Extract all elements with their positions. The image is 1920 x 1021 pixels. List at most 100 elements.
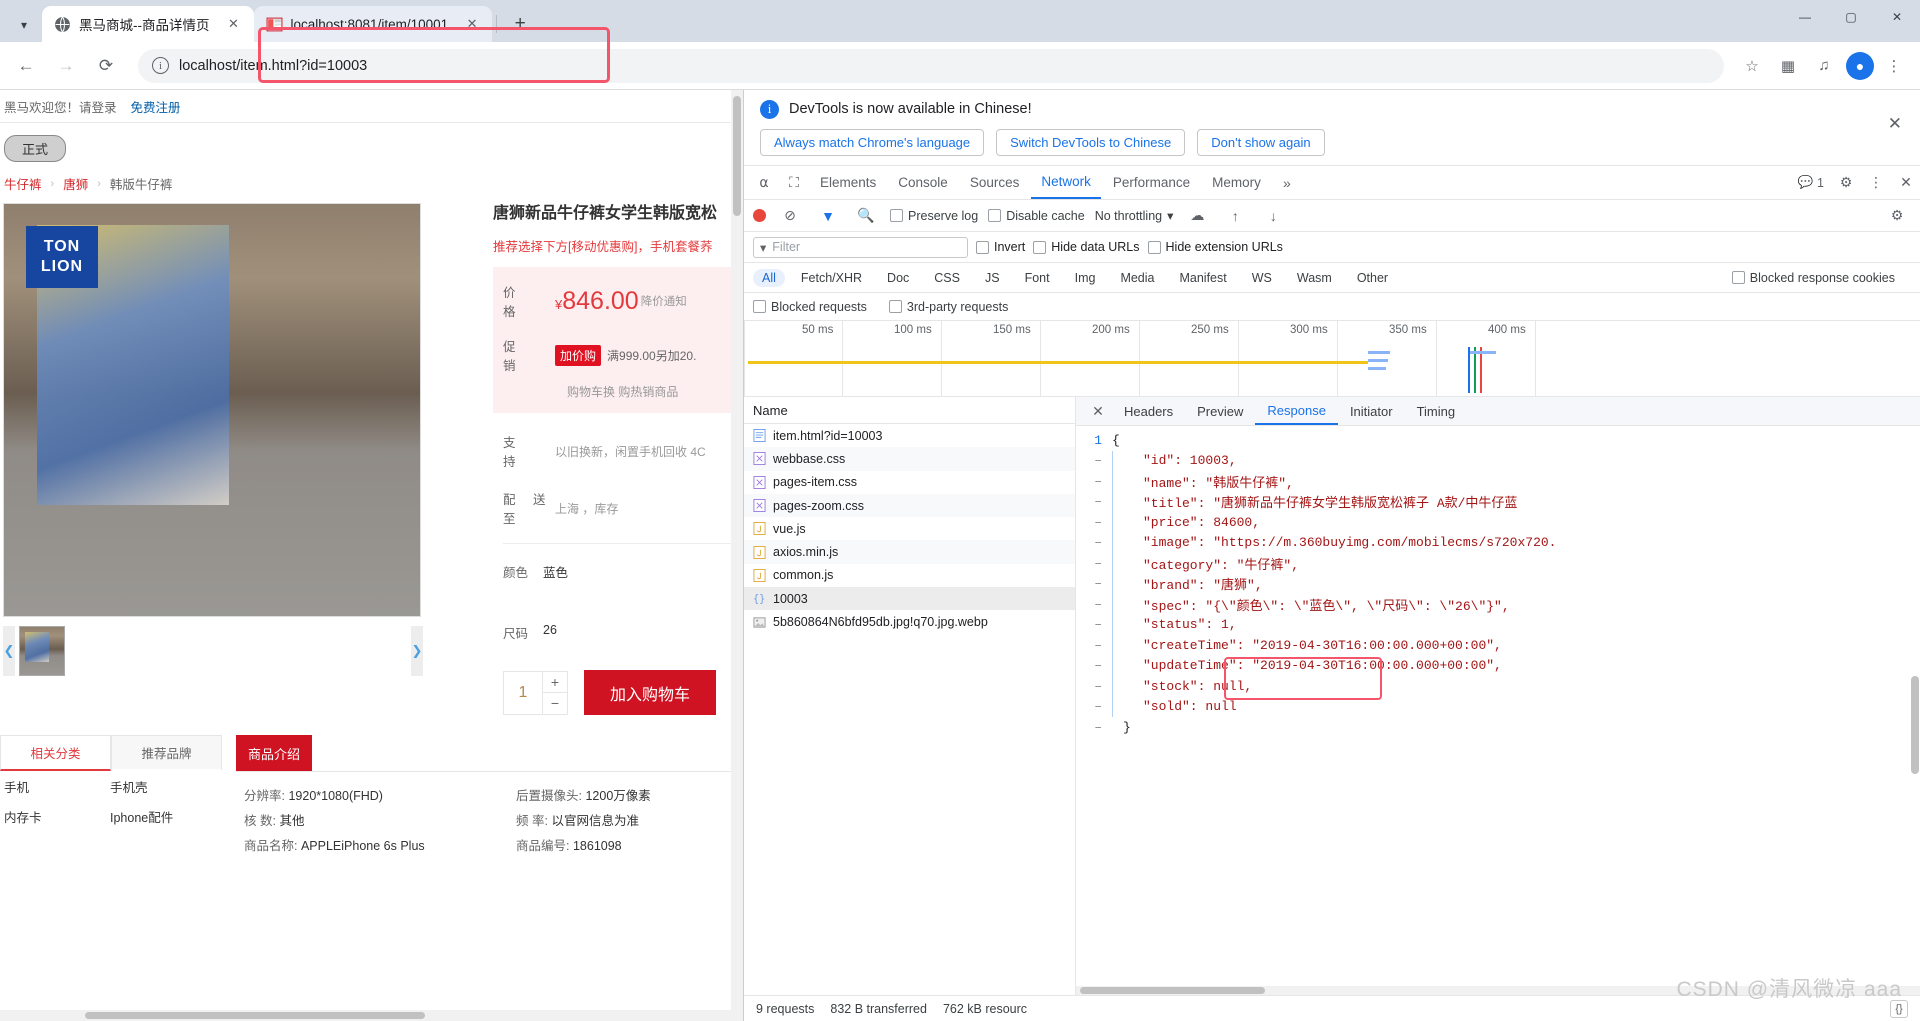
tab-sources[interactable]: Sources	[960, 166, 1030, 199]
category-cell-1-1[interactable]: Iphone配件	[110, 807, 173, 826]
export-har-icon[interactable]: ↓	[1259, 203, 1287, 229]
response-body-viewer[interactable]: 1 { – "id": 10003, – "name": "韩版牛仔裤", – …	[1076, 426, 1920, 995]
response-vertical-scrollbar[interactable]	[1910, 676, 1920, 995]
network-timeline-overview[interactable]: 50 ms 100 ms 150 ms 200 ms 250 ms 300 ms…	[744, 321, 1920, 397]
tab-search-chevron-icon[interactable]: ▾	[6, 8, 42, 42]
response-vertical-scroll-thumb[interactable]	[1911, 676, 1919, 774]
window-close-button[interactable]: ✕	[1874, 0, 1920, 34]
type-filter-img[interactable]: Img	[1066, 269, 1105, 287]
quantity-increase-button[interactable]: +	[543, 672, 567, 693]
tab-console[interactable]: Console	[888, 166, 958, 199]
browser-tab-2-close-icon[interactable]: ✕	[462, 14, 482, 34]
tab-headers[interactable]: Headers	[1112, 397, 1185, 425]
breadcrumb-item-0[interactable]: 牛仔裤	[4, 174, 42, 193]
network-conditions-icon[interactable]: ☁	[1183, 203, 1211, 229]
request-row-1[interactable]: webbase.css	[744, 447, 1075, 471]
address-bar[interactable]: i localhost/item.html?id=10003	[138, 48, 1724, 83]
blocked-response-cookies-checkbox[interactable]: Blocked response cookies	[1731, 271, 1895, 285]
type-filter-all[interactable]: All	[753, 268, 785, 287]
invert-checkbox[interactable]: Invert	[976, 240, 1025, 254]
window-maximize-button[interactable]: ▢	[1828, 0, 1874, 34]
new-tab-button[interactable]: +	[505, 9, 535, 39]
quantity-decrease-button[interactable]: −	[543, 693, 567, 714]
type-filter-ws[interactable]: WS	[1243, 269, 1281, 287]
dont-show-again-button[interactable]: Don't show again	[1197, 128, 1325, 156]
request-row-2[interactable]: pages-item.css	[744, 471, 1075, 494]
detail-close-icon[interactable]: ✕	[1084, 403, 1112, 420]
shipping-value[interactable]: 上海 ，库存	[555, 500, 618, 517]
thumb-prev-arrow-icon[interactable]: ❮	[3, 626, 15, 676]
category-cell-0-0[interactable]: 手机	[0, 777, 110, 796]
type-filter-fetch-xhr[interactable]: Fetch/XHR	[792, 269, 871, 287]
type-filter-css[interactable]: CSS	[925, 269, 969, 287]
request-row-6[interactable]: common.js	[744, 564, 1075, 587]
reload-icon[interactable]: ⟳	[90, 50, 122, 82]
import-har-icon[interactable]: ↑	[1221, 203, 1249, 229]
bookmark-star-icon[interactable]: ☆	[1736, 50, 1768, 82]
hide-extension-urls-checkbox[interactable]: Hide extension URLs	[1147, 240, 1283, 254]
type-filter-doc[interactable]: Doc	[878, 269, 918, 287]
tab-timing[interactable]: Timing	[1405, 397, 1468, 425]
hide-data-urls-checkbox[interactable]: Hide data URLs	[1033, 240, 1140, 254]
category-cell-0-1[interactable]: 手机壳	[110, 777, 148, 796]
thumbnail-0[interactable]	[19, 626, 65, 676]
page-vertical-scrollbar[interactable]	[731, 90, 743, 1010]
register-link[interactable]: 免费注册	[131, 97, 181, 116]
filter-toggle-icon[interactable]: ▼	[814, 203, 842, 229]
forward-icon[interactable]: →	[50, 50, 82, 82]
device-toolbar-icon[interactable]: ⛶	[780, 170, 808, 196]
tab-recommended-brands[interactable]: 推荐品牌	[111, 735, 222, 772]
extensions-icon[interactable]: ▦	[1772, 50, 1804, 82]
blocked-requests-checkbox[interactable]: Blocked requests	[753, 300, 867, 314]
filter-input[interactable]: ▾ Filter	[753, 236, 968, 258]
color-value[interactable]: 蓝色	[543, 562, 568, 581]
request-row-3[interactable]: pages-zoom.css	[744, 493, 1075, 518]
tab-preview[interactable]: Preview	[1185, 397, 1255, 425]
tab-network[interactable]: Network	[1031, 166, 1101, 199]
request-row-8[interactable]: 5b860864N6bfd95db.jpg!q70.jpg.webp	[744, 610, 1075, 633]
size-value[interactable]: 26	[543, 623, 557, 642]
type-filter-font[interactable]: Font	[1016, 269, 1059, 287]
preserve-log-checkbox[interactable]: Preserve log	[890, 209, 978, 223]
request-row-7[interactable]: {} 10003	[744, 587, 1075, 611]
inspect-element-icon[interactable]: ⍺	[750, 170, 778, 196]
devtools-close-icon[interactable]: ✕	[1892, 170, 1920, 196]
more-panels-chevron-icon[interactable]: »	[1273, 170, 1301, 196]
tab-product-description[interactable]: 商品介绍	[236, 735, 312, 772]
quantity-stepper[interactable]: 1 + −	[503, 670, 568, 715]
page-horizontal-scrollbar[interactable]	[0, 1010, 743, 1021]
response-horizontal-scroll-thumb[interactable]	[1080, 987, 1265, 994]
type-filter-media[interactable]: Media	[1111, 269, 1163, 287]
tab-elements[interactable]: Elements	[810, 166, 886, 199]
record-button[interactable]	[753, 209, 766, 222]
site-info-icon[interactable]: i	[152, 57, 169, 74]
media-icon[interactable]: ♫	[1808, 50, 1840, 82]
back-icon[interactable]: ←	[10, 50, 42, 82]
switch-to-chinese-button[interactable]: Switch DevTools to Chinese	[996, 128, 1186, 156]
request-row-5[interactable]: axios.min.js	[744, 540, 1075, 564]
request-row-0[interactable]: item.html?id=10003	[744, 424, 1075, 447]
issues-counter[interactable]: 💬 1	[1797, 175, 1824, 190]
page-vertical-scroll-thumb[interactable]	[733, 96, 741, 216]
third-party-requests-checkbox[interactable]: 3rd-party requests	[888, 300, 1008, 314]
devtools-menu-icon[interactable]: ⋮	[1862, 170, 1890, 196]
browser-tab-2[interactable]: localhost:8081/item/10001 ✕	[253, 6, 493, 42]
request-row-4[interactable]: vue.js	[744, 517, 1075, 540]
add-to-cart-button[interactable]: 加入购物车	[584, 670, 716, 716]
thumb-next-arrow-icon[interactable]: ❯	[411, 626, 423, 676]
category-cell-1-0[interactable]: 内存卡	[0, 807, 110, 826]
clear-network-log-icon[interactable]: ⊘	[776, 203, 804, 229]
breadcrumb-item-1[interactable]: 唐狮	[63, 174, 88, 193]
page-horizontal-scroll-thumb[interactable]	[85, 1012, 425, 1019]
type-filter-wasm[interactable]: Wasm	[1288, 269, 1341, 287]
product-main-image[interactable]: TON LION	[3, 203, 421, 617]
chrome-menu-icon[interactable]: ⋮	[1878, 50, 1910, 82]
price-drop-notify[interactable]: 降价通知	[641, 293, 687, 309]
browser-tab-1-close-icon[interactable]: ✕	[224, 14, 244, 34]
type-filter-js[interactable]: JS	[976, 269, 1009, 287]
type-filter-manifest[interactable]: Manifest	[1170, 269, 1235, 287]
disable-cache-checkbox[interactable]: Disable cache	[988, 209, 1085, 223]
devtools-settings-gear-icon[interactable]: ⚙	[1832, 170, 1860, 196]
tab-initiator[interactable]: Initiator	[1338, 397, 1405, 425]
browser-tab-1[interactable]: 黑马商城--商品详情页 ✕	[42, 6, 254, 42]
